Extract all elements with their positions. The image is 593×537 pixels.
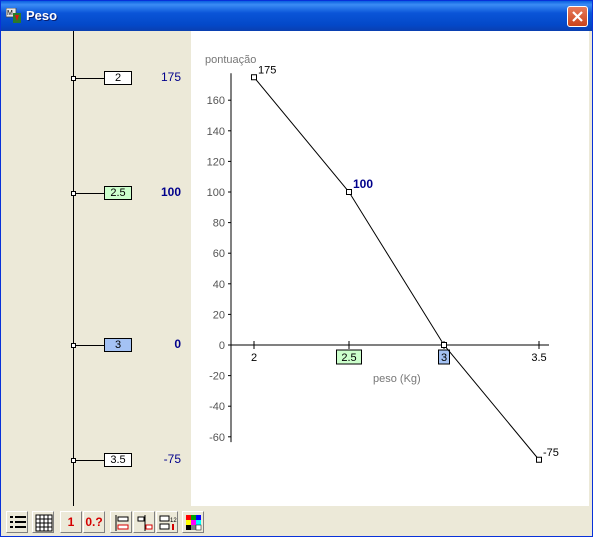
decimal-label: 0.? (85, 515, 103, 529)
align-scale-right-icon (137, 515, 153, 531)
y-tick-label: 40 (213, 279, 225, 291)
data-point[interactable] (251, 74, 257, 81)
y-tick-label: 80 (213, 218, 225, 230)
scale-connector (76, 345, 104, 346)
y-axis-label: pontuação (205, 54, 256, 66)
list-view-button[interactable] (6, 511, 28, 533)
integer-label: 1 (67, 515, 75, 529)
window-title: Peso (26, 8, 58, 23)
scale-numbers-icon: 12 (159, 515, 177, 530)
y-tick-label: -60 (209, 432, 225, 444)
y-tick-label: -20 (209, 371, 225, 383)
y-tick-label: 20 (213, 309, 225, 321)
data-point[interactable] (536, 456, 542, 463)
svg-text:M: M (7, 10, 13, 17)
x-axis-label: peso (Kg) (373, 373, 421, 385)
x-tick-label: 3.5 (531, 352, 546, 364)
bottom-toolbar: 1 0.? 12 (4, 508, 589, 535)
grid-icon (35, 514, 53, 532)
y-tick-label: -40 (209, 401, 225, 413)
scale-value-box[interactable]: 3.5 (104, 453, 132, 467)
scale-connector (76, 193, 104, 194)
graph-panel: 160 140 120 100 80 60 40 20 0 -20 -40 -60 pontuação p… (191, 31, 589, 506)
scale-score-label: 100 (160, 185, 181, 199)
scale-score-label: 0 (174, 337, 181, 351)
svg-text:12: 12 (170, 518, 177, 524)
scale-connector (76, 78, 104, 79)
list-icon (10, 516, 26, 528)
scale-numbers-button[interactable]: 12 (156, 511, 178, 533)
title-bar[interactable]: M Peso (1, 1, 592, 31)
x-tick-label: 3 (441, 352, 447, 364)
y-tick-label: 140 (207, 126, 225, 138)
align-left-button[interactable] (110, 511, 132, 533)
peso-window: M Peso 2 175 2.5 100 3 0 3.5 -75 160 140 120 100 80… (0, 0, 593, 537)
x-tick-label: 2.5 (341, 352, 356, 364)
scale-value-box[interactable]: 2 (104, 71, 132, 85)
scale-value-box[interactable]: 3 (104, 338, 132, 352)
y-tick-label: 120 (207, 156, 225, 168)
app-icon: M (5, 7, 22, 24)
scale-score-label: 175 (160, 70, 181, 84)
value-function-line (253, 76, 540, 461)
scale-connector (76, 460, 104, 461)
close-icon (572, 11, 583, 22)
y-tick-label: 0 (219, 340, 225, 352)
value-scale-panel: 2 175 2.5 100 3 0 3.5 -75 (5, 31, 191, 506)
integer-button[interactable]: 1 (60, 511, 82, 533)
data-point[interactable] (346, 189, 352, 195)
scale-value-box[interactable]: 2.5 (104, 186, 132, 200)
y-tick-label: 60 (213, 248, 225, 260)
grid-view-button[interactable] (32, 511, 54, 533)
align-scale-left-icon (115, 515, 129, 531)
x-tick-label: 2 (251, 352, 257, 364)
y-tick-label: 160 (207, 95, 225, 107)
data-point-label: 175 (258, 64, 276, 76)
data-point-label: 100 (353, 177, 373, 191)
scale-score-label: -75 (163, 452, 181, 466)
y-tick-label: 100 (207, 187, 225, 199)
align-right-button[interactable] (133, 511, 155, 533)
decimal-button[interactable]: 0.? (83, 511, 105, 533)
value-function-chart: 160 140 120 100 80 60 40 20 0 -20 -40 -60 pontuação p… (205, 54, 559, 463)
data-point-label: -75 (543, 447, 559, 459)
close-button[interactable] (567, 6, 588, 27)
scale-axis-line (73, 31, 74, 506)
color-palette-icon (186, 515, 202, 531)
data-point[interactable] (441, 342, 447, 348)
color-palette-button[interactable] (182, 511, 204, 533)
